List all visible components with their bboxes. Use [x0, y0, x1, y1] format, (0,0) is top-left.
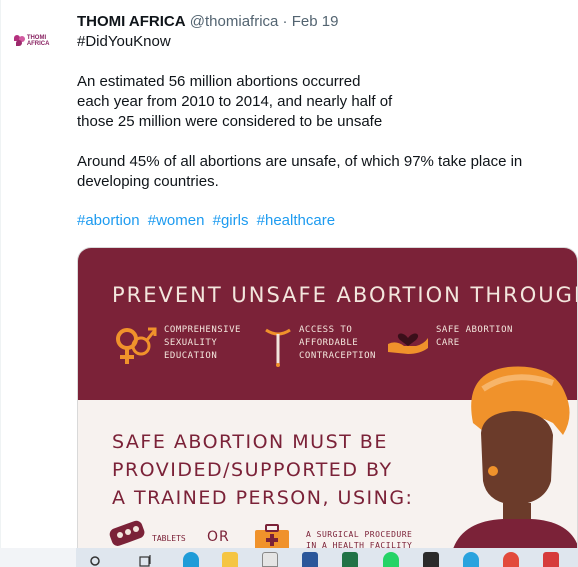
item-sexuality-education: COMPREHENSIVE SEXUALITY EDUCATION	[112, 324, 241, 368]
item-label-line: AFFORDABLE	[299, 338, 359, 348]
surgical-line: A SURGICAL PROCEDURE	[306, 530, 413, 539]
tweet-text-line: those 25 million were considered to be u…	[77, 113, 383, 130]
safe-abortion-statement: SAFE ABORTION MUST BE PROVIDED/SUPPORTED…	[112, 428, 413, 512]
infographic-headline: PREVENT UNSAFE ABORTION THROUGH:	[112, 283, 578, 307]
statement-line: PROVIDED/SUPPORTED BY	[112, 459, 393, 481]
medical-kit-icon	[255, 524, 289, 548]
pill-pack-icon	[109, 520, 145, 546]
iud-icon	[265, 328, 291, 367]
item-contraception: ACCESS TO AFFORDABLE CONTRACEPTION	[263, 324, 376, 368]
item-label-line: CARE	[436, 338, 460, 348]
item-label-line: SAFE ABORTION	[436, 325, 513, 335]
snipping-icon[interactable]	[543, 552, 559, 567]
taskbar	[0, 548, 578, 567]
item-label-line: CONTRACEPTION	[299, 351, 376, 361]
tweet-text-line: Around 45% of all abortions are unsafe, …	[77, 153, 523, 170]
edge-icon[interactable]	[183, 552, 199, 567]
hashtag-didyouknow[interactable]: #DidYouKnow	[77, 32, 577, 52]
hashtag-abortion[interactable]: #abortion	[77, 212, 140, 229]
tweet-date[interactable]: Feb 19	[292, 13, 339, 30]
tweet-header: THOMI AFRICA @thomiafrica · Feb 19	[77, 12, 577, 32]
search-icon[interactable]	[90, 556, 102, 567]
hashtag-women[interactable]: #women	[148, 212, 205, 229]
tweet-text-line: each year from 2010 to 2014, and nearly …	[77, 93, 393, 110]
hand-heart-icon	[388, 333, 428, 354]
statement-line: A TRAINED PERSON, USING:	[112, 487, 414, 509]
whatsapp-icon[interactable]	[383, 552, 399, 567]
tweet-text-line: An estimated 56 million abortions occurr…	[77, 73, 361, 90]
logo-text: THOMI AFRICA	[26, 35, 50, 47]
gender-symbols-icon	[116, 327, 157, 364]
statement-line: SAFE ABORTION MUST BE	[112, 431, 388, 453]
dot-separator: ·	[282, 13, 288, 30]
avatar[interactable]: THOMI AFRICA	[14, 30, 66, 52]
surgical-procedure-label: A SURGICAL PROCEDURE IN A HEALTH FACILIT…	[306, 529, 412, 548]
tablets-label: TABLETS	[152, 534, 186, 543]
hashtag-healthcare[interactable]: #healthcare	[257, 212, 335, 229]
or-label: OR	[207, 529, 230, 545]
store-icon[interactable]	[262, 552, 278, 567]
tweet: THOMI AFRICA @thomiafrica · Feb 19 #DidY…	[77, 12, 577, 231]
hashtags: #abortion #women #girls #healthcare	[77, 211, 577, 231]
item-label-line: ACCESS TO	[299, 325, 353, 335]
file-explorer-icon[interactable]	[222, 552, 238, 567]
thomi-logo-icon	[14, 35, 25, 47]
tweet-text-line: developing countries.	[77, 173, 219, 190]
hashtag-girls[interactable]: #girls	[213, 212, 249, 229]
item-label-line: SEXUALITY	[164, 338, 218, 348]
item-label-line: EDUCATION	[164, 351, 218, 361]
infographic-image[interactable]: PREVENT UNSAFE ABORTION THROUGH: COMPREH…	[77, 247, 578, 548]
chrome-icon[interactable]	[503, 552, 519, 567]
excel-icon[interactable]	[342, 552, 358, 567]
timeline-border	[0, 0, 1, 548]
item-label-line: COMPREHENSIVE	[164, 325, 241, 335]
author-name[interactable]: THOMI AFRICA	[77, 13, 186, 30]
task-view-icon[interactable]	[139, 554, 153, 567]
surgical-line: IN A HEALTH FACILITY	[306, 541, 413, 548]
app-icon[interactable]	[423, 552, 439, 567]
taskbar-search-area[interactable]	[0, 548, 76, 567]
woman-illustration	[453, 366, 577, 548]
word-icon[interactable]	[302, 552, 318, 567]
item-safe-abortion-care: SAFE ABORTION CARE	[386, 324, 513, 354]
author-handle[interactable]: @thomiafrica	[190, 13, 279, 30]
telegram-icon[interactable]	[463, 552, 479, 567]
